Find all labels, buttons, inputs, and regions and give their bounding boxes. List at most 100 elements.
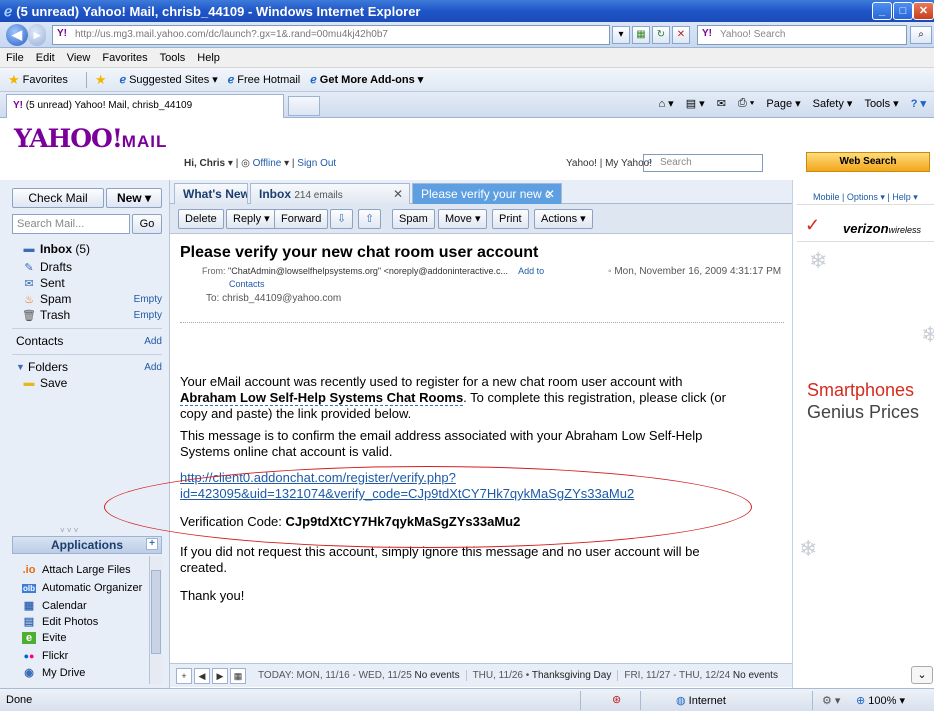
back-button[interactable]: ◀ bbox=[6, 24, 28, 46]
app-flickr[interactable]: ●● Flickr bbox=[22, 650, 69, 662]
add-folder-link[interactable]: Add bbox=[144, 362, 162, 373]
page-menu[interactable]: Page ▾ bbox=[766, 97, 800, 110]
help-icon[interactable]: ? ▾ bbox=[911, 97, 926, 110]
stop-icon[interactable]: ✕ bbox=[672, 26, 690, 44]
new-tab-button[interactable] bbox=[288, 96, 320, 116]
folder-spam[interactable]: ♨ Spam Empty bbox=[22, 292, 162, 306]
mail-icon[interactable]: ✉ bbox=[717, 97, 726, 110]
print-button[interactable]: Print bbox=[492, 209, 529, 229]
folder-drafts[interactable]: ✎ Drafts bbox=[22, 260, 162, 274]
menu-tools[interactable]: Tools bbox=[160, 52, 186, 64]
app-edit-photos[interactable]: ▤ Edit Photos bbox=[22, 615, 98, 629]
add-to-contacts-link[interactable]: Add to bbox=[518, 266, 544, 276]
actions-button[interactable]: Actions ▾ bbox=[534, 209, 593, 229]
folder-trash[interactable]: 🗑 Trash Empty bbox=[22, 308, 162, 322]
mobile-options-help-links[interactable]: Mobile | Options ▾ | Help ▾ bbox=[813, 192, 918, 203]
ad-collapse-chevron-icon[interactable]: ⌄ bbox=[911, 666, 933, 684]
ie-search-input[interactable]: Y! Yahoo! Search bbox=[697, 25, 907, 45]
close-window-button[interactable]: ✕ bbox=[913, 2, 934, 20]
greeting[interactable]: Hi, Chris bbox=[184, 158, 225, 169]
ad-genius-prices[interactable]: Genius Prices bbox=[807, 402, 919, 423]
app-calendar[interactable]: ▦ Calendar bbox=[22, 599, 87, 613]
web-search-button[interactable]: Web Search bbox=[806, 152, 930, 172]
calendar-grid-icon[interactable]: ▦ bbox=[230, 667, 246, 684]
get-addons-link[interactable]: ℯ Get More Add-ons ▾ bbox=[310, 73, 423, 86]
refresh-icon[interactable]: ↻ bbox=[652, 26, 670, 44]
close-tab-icon[interactable]: ✕ bbox=[393, 187, 403, 201]
yahoo-links[interactable]: Yahoo! | My Yahoo! bbox=[566, 158, 652, 169]
suggested-sites-link[interactable]: ℯ Suggested Sites ▾ bbox=[120, 73, 218, 86]
go-button[interactable]: Go bbox=[132, 214, 162, 234]
home-icon[interactable]: ⌂ ▾ bbox=[658, 97, 673, 110]
verizon-ad-banner[interactable]: ✓ verizonwireless bbox=[797, 204, 934, 242]
add-contact-link[interactable]: Add bbox=[144, 336, 162, 347]
next-message-icon[interactable]: ⇧ bbox=[358, 209, 382, 229]
address-bar[interactable]: Y! http://us.mg3.mail.yahoo.com/dc/launc… bbox=[52, 25, 610, 45]
menu-edit[interactable]: Edit bbox=[36, 52, 55, 64]
reply-button[interactable]: Reply ▾ bbox=[226, 209, 277, 229]
tab-inbox[interactable]: Inbox 214 emails ✕ bbox=[250, 183, 410, 204]
calendar-today[interactable]: TODAY: MON, 11/16 - WED, 11/25 No events bbox=[252, 670, 467, 681]
menu-help[interactable]: Help bbox=[197, 52, 220, 64]
tab-message[interactable]: Please verify your new c ✕ bbox=[412, 183, 562, 204]
yahoo-mail-logo[interactable]: YAHOO!MAIL bbox=[14, 124, 167, 153]
add-favorite-button[interactable]: ★ bbox=[95, 72, 110, 88]
check-mail-button[interactable]: Check Mail bbox=[12, 188, 104, 208]
applications-scrollbar[interactable] bbox=[149, 556, 162, 684]
tools-menu[interactable]: Tools ▾ bbox=[864, 97, 898, 110]
contacts-item[interactable]: Contacts Add bbox=[16, 334, 162, 348]
spam-button[interactable]: Spam bbox=[392, 209, 435, 229]
yahoo-search-input[interactable]: ⌕ Search bbox=[643, 154, 763, 172]
folder-sent[interactable]: ✉ Sent bbox=[22, 276, 162, 290]
forward-button[interactable]: Forward bbox=[274, 209, 329, 229]
folders-header[interactable]: ▼ Folders Add bbox=[16, 360, 162, 374]
safety-menu[interactable]: Safety ▾ bbox=[813, 97, 853, 110]
address-dropdown-icon[interactable]: ▾ bbox=[612, 26, 630, 44]
favorites-button[interactable]: ★ Favorites bbox=[8, 72, 68, 88]
zoom-level[interactable]: ⊕ 100% ▾ bbox=[856, 694, 905, 707]
security-zone[interactable]: ◍ Internet bbox=[676, 694, 726, 707]
menu-favorites[interactable]: Favorites bbox=[102, 52, 147, 64]
app-my-drive[interactable]: ◉ My Drive bbox=[22, 666, 85, 680]
scrollbar-thumb[interactable] bbox=[151, 570, 161, 654]
minimize-button[interactable]: _ bbox=[872, 2, 892, 20]
delete-button[interactable]: Delete bbox=[178, 209, 224, 229]
app-automatic-organizer[interactable]: olb Automatic Organizer bbox=[22, 582, 142, 594]
app-evite[interactable]: e Evite bbox=[22, 632, 66, 644]
app-attach-large-files[interactable]: .io Attach Large Files bbox=[22, 564, 131, 576]
compatibility-view-icon[interactable]: ▦ bbox=[632, 26, 650, 44]
ie-tab-yahoo-mail[interactable]: Y! (5 unread) Yahoo! Mail, chrisb_44109 bbox=[6, 94, 284, 118]
ad-smartphones[interactable]: Smartphones bbox=[807, 380, 914, 401]
maximize-button[interactable]: □ bbox=[893, 2, 913, 20]
free-hotmail-link[interactable]: ℯ Free Hotmail bbox=[228, 73, 300, 87]
print-icon[interactable]: ⎙ ▾ bbox=[738, 97, 754, 110]
search-icon[interactable]: ⌕ bbox=[910, 26, 932, 44]
resize-grip-icon[interactable]: ˅ ˅ ˅ bbox=[60, 526, 78, 535]
empty-spam-link[interactable]: Empty bbox=[134, 294, 162, 305]
folder-save[interactable]: ▬ Save bbox=[22, 376, 162, 390]
popup-blocker-icon[interactable]: ⊛ bbox=[612, 693, 621, 706]
calendar-friday[interactable]: FRI, 11/27 - THU, 12/24 No events bbox=[618, 670, 784, 681]
close-tab-icon[interactable]: ✕ bbox=[545, 187, 555, 201]
forward-nav-button[interactable]: ▸ bbox=[28, 24, 46, 46]
contacts-link[interactable]: Contacts bbox=[229, 279, 265, 289]
applications-header[interactable]: Applications + bbox=[12, 536, 162, 554]
tab-whats-new[interactable]: What's New bbox=[174, 183, 248, 204]
protected-mode-icon[interactable]: ⚙ ▾ bbox=[822, 694, 840, 707]
new-button[interactable]: New ▾ bbox=[106, 188, 162, 208]
feeds-icon[interactable]: ▤ ▾ bbox=[686, 97, 705, 110]
move-button[interactable]: Move ▾ bbox=[438, 209, 488, 229]
calendar-next-icon[interactable]: ▶ bbox=[212, 667, 228, 684]
folder-inbox[interactable]: ▬ Inbox (5) bbox=[22, 242, 162, 256]
calendar-prev-icon[interactable]: ◀ bbox=[194, 667, 210, 684]
sign-out-link[interactable]: Sign Out bbox=[297, 158, 336, 169]
menu-view[interactable]: View bbox=[67, 52, 91, 64]
offline-status[interactable]: Offline bbox=[253, 158, 282, 169]
previous-message-icon[interactable]: ⇩ bbox=[330, 209, 354, 229]
empty-trash-link[interactable]: Empty bbox=[134, 310, 162, 321]
calendar-thursday[interactable]: THU, 11/26 • Thanksgiving Day bbox=[467, 670, 619, 681]
menu-file[interactable]: File bbox=[6, 52, 24, 64]
add-event-icon[interactable]: + bbox=[176, 667, 192, 684]
search-mail-input[interactable]: Search Mail... bbox=[12, 214, 130, 234]
add-application-icon[interactable]: + bbox=[146, 538, 158, 550]
